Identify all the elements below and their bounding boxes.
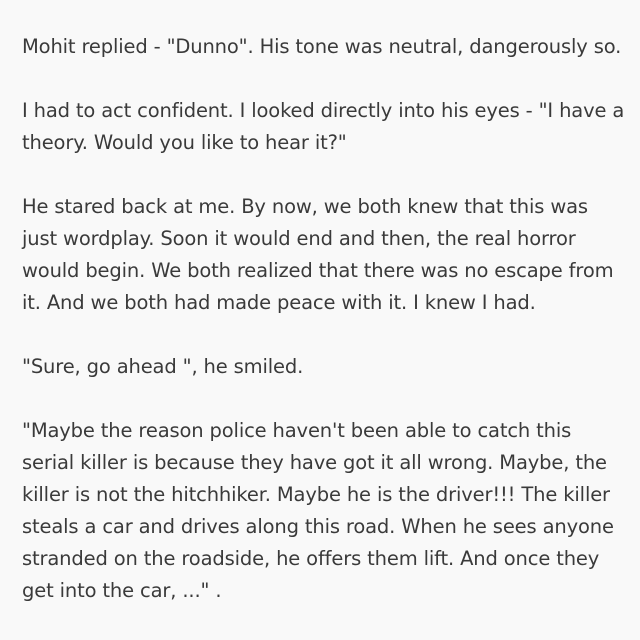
- story-page: Mohit replied - "Dunno". His tone was ne…: [0, 0, 640, 640]
- story-paragraph-5: "Maybe the reason police haven't been ab…: [22, 419, 614, 602]
- story-paragraph-1: Mohit replied - "Dunno". His tone was ne…: [22, 35, 622, 58]
- story-paragraph-2: I had to act confident. I looked directl…: [22, 99, 625, 154]
- story-paragraph-3: He stared back at me. By now, we both kn…: [22, 195, 614, 314]
- story-paragraph-4: "Sure, go ahead ", he smiled.: [22, 355, 304, 378]
